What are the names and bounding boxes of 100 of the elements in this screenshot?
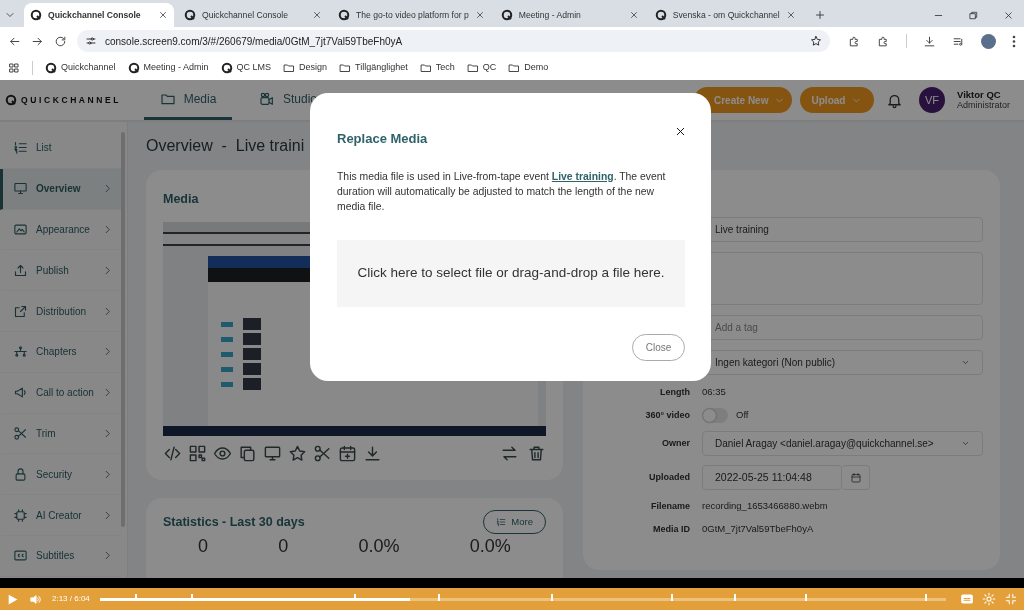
bookmark[interactable]: Meeting - Admin [127,60,209,75]
reload-icon[interactable] [54,34,67,48]
folder-icon [419,61,432,74]
nav-tab[interactable]: Media [144,80,232,120]
user-avatar[interactable]: VF [919,87,945,113]
stat-value: 0.0% [469,536,511,557]
share-icon [13,303,28,319]
qr-code-icon[interactable] [188,444,207,463]
field-label: Owner [661,437,690,451]
toggle-label: Off [736,408,749,423]
monitor-icon[interactable] [263,444,282,463]
folder-icon [283,61,296,74]
restore-icon[interactable] [968,9,979,21]
site-settings-icon[interactable] [85,35,97,47]
calendar-plus-icon[interactable] [338,444,357,463]
bookmark-star-icon[interactable] [810,35,822,47]
folder-icon [466,61,479,74]
site-favicon-icon [45,61,57,74]
new-tab-icon[interactable] [813,9,826,21]
trash-icon[interactable] [527,444,546,463]
browser-tab[interactable]: Meeting - Admin [494,3,645,27]
bookmark[interactable]: Tillgänglighet [339,60,408,75]
download-icon[interactable] [923,34,936,48]
folder-icon [508,61,521,74]
image-icon [13,222,28,237]
event-link[interactable]: Live training [551,170,614,182]
bookmark[interactable]: Demo [508,60,549,75]
numbered-list-icon [13,140,28,156]
owner-select[interactable]: Daniel Aragay <daniel.aragay@quickchannel.se> [702,431,983,456]
bookmark[interactable]: Design [283,60,328,75]
folder-icon [339,61,352,74]
browser-tab[interactable]: Quickchannel Console [178,3,328,27]
user-name: Viktor QC [957,88,1002,101]
sidebar-item[interactable]: Distribution [0,291,121,332]
close-button[interactable]: Close [632,333,685,361]
more-icon[interactable] [1012,34,1016,48]
sidebar-item[interactable]: Chapters [0,332,121,373]
sidebar-item[interactable]: Publish [0,250,121,292]
sidebar-item[interactable]: Overview [0,168,121,210]
browser-tab[interactable]: The go-to video platform for p [332,3,491,27]
bookmark[interactable]: Tech [419,60,455,75]
panel-title: Media [163,192,199,206]
user-role: Administrator [957,100,1010,112]
modal-message: This media file is used in Live-from-tape event Live training. The event duration will automatically be adjusted to match the length of the new media file. [337,169,667,214]
field-label: 360° video [644,408,690,422]
download-icon[interactable] [363,444,382,463]
bookmark[interactable]: QC LMS [220,60,272,75]
stat-value: 0.0% [358,536,400,557]
swap-icon[interactable] [500,444,519,463]
bookmark[interactable]: Quickchannel [45,60,116,75]
star-icon[interactable] [288,444,307,463]
upload-icon [13,262,28,278]
copy-icon[interactable] [238,444,257,463]
browser-tab[interactable]: Quickchannel Console [24,3,174,27]
page-title: Overview - Live traini [146,137,305,154]
sidebar-item[interactable]: Security [0,454,121,496]
playback-time: 2:13 / 6:04 [52,593,90,605]
stat-value: 0 [278,536,289,557]
browser-tab[interactable]: Svenska - om Quickchannel [648,3,802,27]
camera-icon [259,90,275,107]
field-value: recording_1653466880.webm [702,499,828,514]
eye-icon[interactable] [213,444,232,463]
sidebar-item[interactable]: List [0,128,121,169]
extensions-icon[interactable] [877,34,890,48]
toggle-switch[interactable] [702,408,728,423]
site-favicon-icon [500,9,513,21]
field-label: Filename [650,499,690,513]
sidebar-item[interactable]: Subtitles [0,535,121,577]
megaphone-icon [13,385,28,401]
field-label: Uploaded [648,471,690,485]
code-icon[interactable] [163,444,182,463]
field-value: 0GtM_7jt7Val59TbeFh0yA [702,522,814,537]
address-bar[interactable]: console.screen9.com/3/#/260679/media/0GtM_7jt7Val59TbeFh0yA [77,30,830,52]
modal-title: Replace Media [337,131,428,147]
field-label: Length [659,385,690,399]
field-label: Media ID [652,522,690,536]
scrollbar-thumb[interactable] [120,132,125,527]
extension-icon[interactable] [848,34,861,48]
profile-avatar[interactable] [981,33,996,49]
caret-icon [961,358,970,367]
date-field[interactable]: 2022-05-25 11:04:48 [702,465,842,490]
logo-mark-icon [5,94,17,106]
site-favicon-icon [30,9,42,21]
field-value: 06:35 [702,385,726,400]
apps-icon[interactable] [8,61,20,74]
stat-value: 0 [198,536,209,557]
sidebar-item[interactable]: AI Creator [0,495,121,536]
calendar-icon [849,471,862,484]
scissors-icon[interactable] [313,444,332,463]
sidebar-item[interactable]: Call to action [0,372,121,414]
monitor-icon [13,181,28,197]
site-favicon-icon [338,9,350,21]
notification-bell-icon[interactable] [886,92,903,110]
file-dropzone[interactable]: Click here to select file or drag-and-drop a file here. [337,239,685,307]
more-button[interactable]: More [483,510,546,534]
sidebar-item[interactable]: Trim [0,413,121,455]
close-icon[interactable] [1003,9,1014,21]
bookmark[interactable]: QC [466,60,497,75]
nodes-icon [13,344,28,360]
brand-logo: QUICKCHANNEL [5,93,130,107]
